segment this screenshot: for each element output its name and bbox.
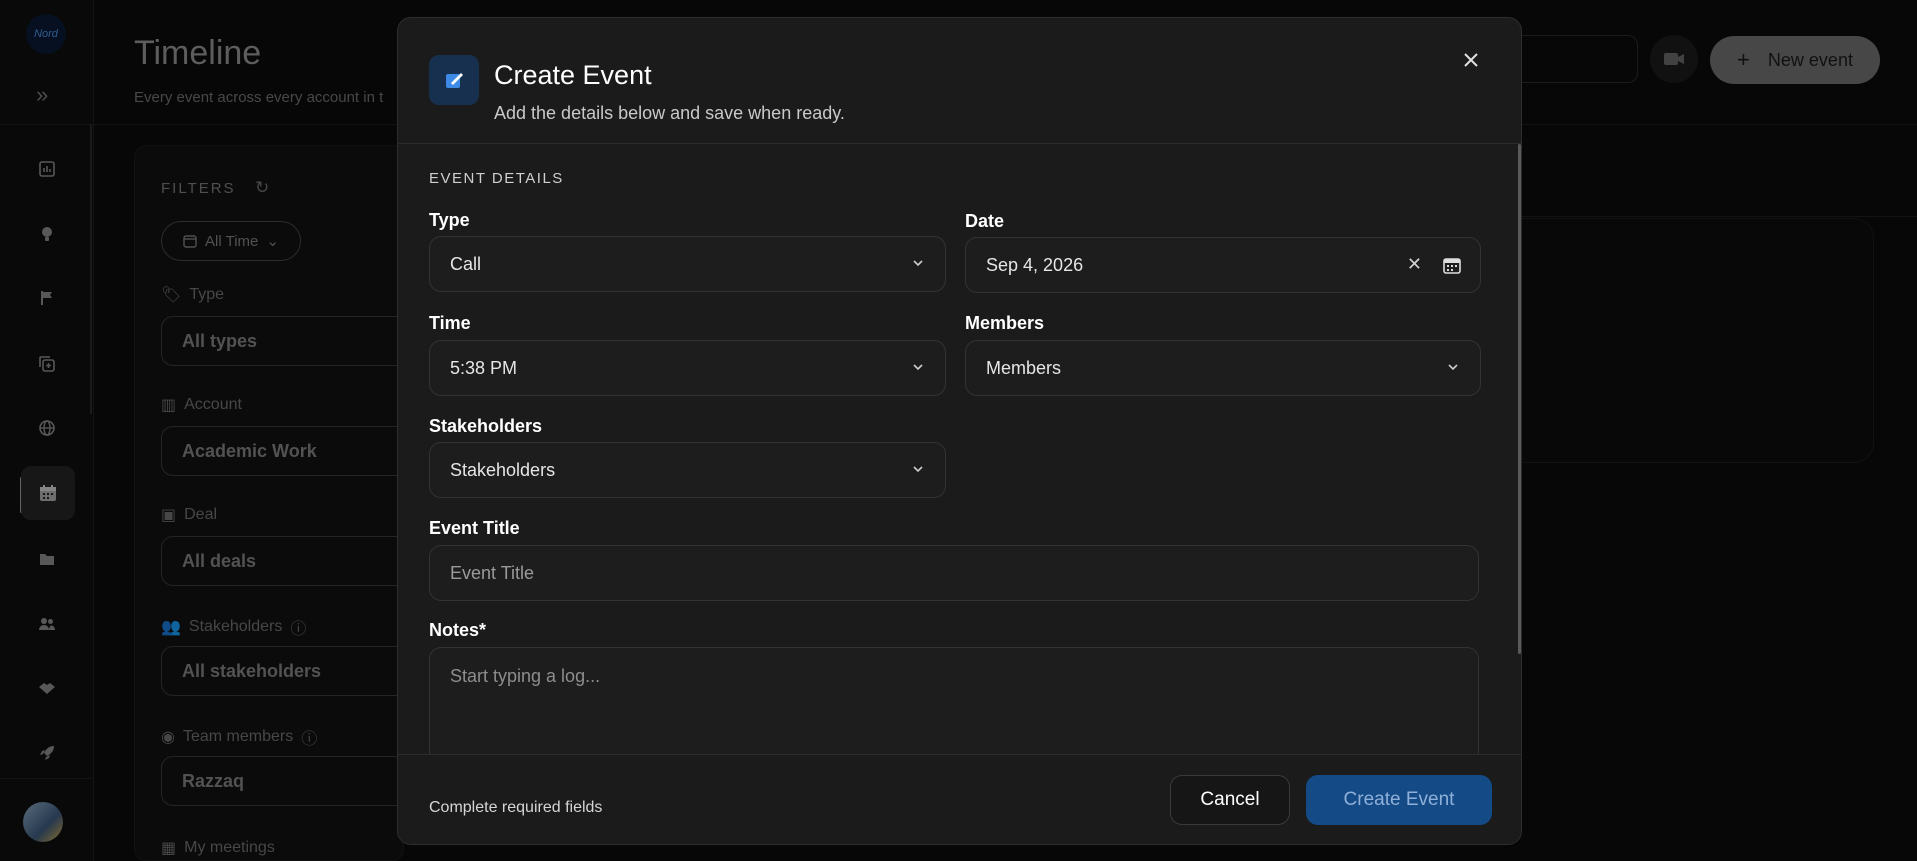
dialog-title: Create Event xyxy=(494,60,652,90)
close-icon xyxy=(1464,53,1478,67)
chevron-down-icon xyxy=(1448,364,1458,371)
stakeholders-label: Stakeholders xyxy=(429,416,543,436)
type-select[interactable]: Call xyxy=(429,236,946,292)
chevron-down-icon xyxy=(913,466,923,473)
members-select[interactable]: Members xyxy=(965,340,1481,396)
clear-date-icon[interactable]: ✕ xyxy=(1407,254,1422,275)
chevron-down-icon xyxy=(913,260,923,267)
stakeholders-select[interactable]: Stakeholders xyxy=(429,442,946,498)
section-title: EVENT DETAILS xyxy=(429,170,564,187)
dialog-scrollbar[interactable] xyxy=(1518,144,1521,654)
chevron-down-icon xyxy=(913,364,923,371)
dialog-header: Create Event Add the details below and s… xyxy=(398,18,1521,144)
stakeholders-value: Stakeholders xyxy=(450,459,556,480)
dialog-footer: Complete required fields Cancel Create E… xyxy=(398,754,1521,844)
notes-label: Notes* xyxy=(429,620,487,640)
type-value: Call xyxy=(450,253,482,274)
date-value: Sep 4, 2026 xyxy=(986,254,1084,275)
calendar-icon[interactable] xyxy=(1442,255,1462,275)
date-picker[interactable]: Sep 4, 2026 ✕ xyxy=(965,237,1481,293)
time-value: 5:38 PM xyxy=(450,357,518,378)
footer-status-text: Complete required fields xyxy=(429,799,603,816)
type-label: Type xyxy=(429,210,470,230)
time-select[interactable]: 5:38 PM xyxy=(429,340,946,396)
notes-placeholder: Start typing a log... xyxy=(450,666,601,686)
create-event-dialog: Create Event Add the details below and s… xyxy=(397,17,1522,845)
date-label: Date xyxy=(965,211,1005,231)
event-title-input[interactable]: Event Title xyxy=(429,545,1479,601)
time-label: Time xyxy=(429,313,471,333)
cancel-button[interactable]: Cancel xyxy=(1170,775,1290,825)
close-button[interactable] xyxy=(1456,45,1486,75)
create-event-button[interactable]: Create Event xyxy=(1306,775,1492,825)
members-label: Members xyxy=(965,313,1045,333)
event-title-placeholder: Event Title xyxy=(450,562,535,583)
event-title-label: Event Title xyxy=(429,518,520,538)
edit-icon xyxy=(429,55,479,105)
dialog-subtitle: Add the details below and save when read… xyxy=(494,103,845,123)
members-value: Members xyxy=(986,357,1062,378)
